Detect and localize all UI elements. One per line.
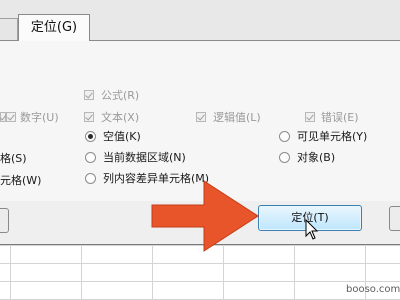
orange-arrow-icon — [151, 180, 259, 252]
left-button[interactable] — [0, 208, 9, 233]
radio-objects[interactable] — [279, 152, 290, 163]
checkbox-text-label: 文本(X) — [101, 111, 140, 124]
checkbox-logical-label: 逻辑值(L) — [213, 111, 261, 124]
radio-current-region-label: 当前数据区域(N) — [103, 151, 186, 164]
watermark: booso.com — [346, 284, 400, 295]
checkbox-formula-label: 公式(R) — [101, 89, 140, 102]
radio-column-differences[interactable] — [85, 173, 96, 184]
checkbox-error[interactable] — [305, 112, 315, 122]
checkbox-text[interactable] — [84, 112, 94, 122]
radio-blanks-label: 空值(K) — [103, 130, 141, 143]
radio-blanks[interactable] — [85, 131, 96, 142]
checkbox-number-label: 数字(U) — [20, 111, 59, 124]
option-left-2-label: 元格(W) — [0, 174, 42, 187]
radio-visible-cells[interactable] — [279, 131, 290, 142]
checkbox-number[interactable] — [6, 112, 16, 122]
right-button[interactable] — [389, 206, 400, 231]
radio-visible-cells-label: 可见单元格(Y) — [297, 130, 368, 143]
checkbox-formula[interactable] — [84, 90, 94, 100]
radio-objects-label: 对象(B) — [297, 151, 336, 164]
checkbox-logical[interactable] — [196, 112, 206, 122]
checkbox-error-label: 错误(E) — [321, 111, 359, 124]
radio-current-region[interactable] — [85, 152, 96, 163]
tab-previous[interactable] — [0, 18, 18, 40]
mouse-pointer-icon — [305, 219, 319, 240]
option-left-1-label: 格(S) — [0, 152, 27, 165]
tab-locate[interactable]: 定位(G) — [18, 14, 90, 41]
tab-strip: 定位(G) — [0, 0, 400, 41]
